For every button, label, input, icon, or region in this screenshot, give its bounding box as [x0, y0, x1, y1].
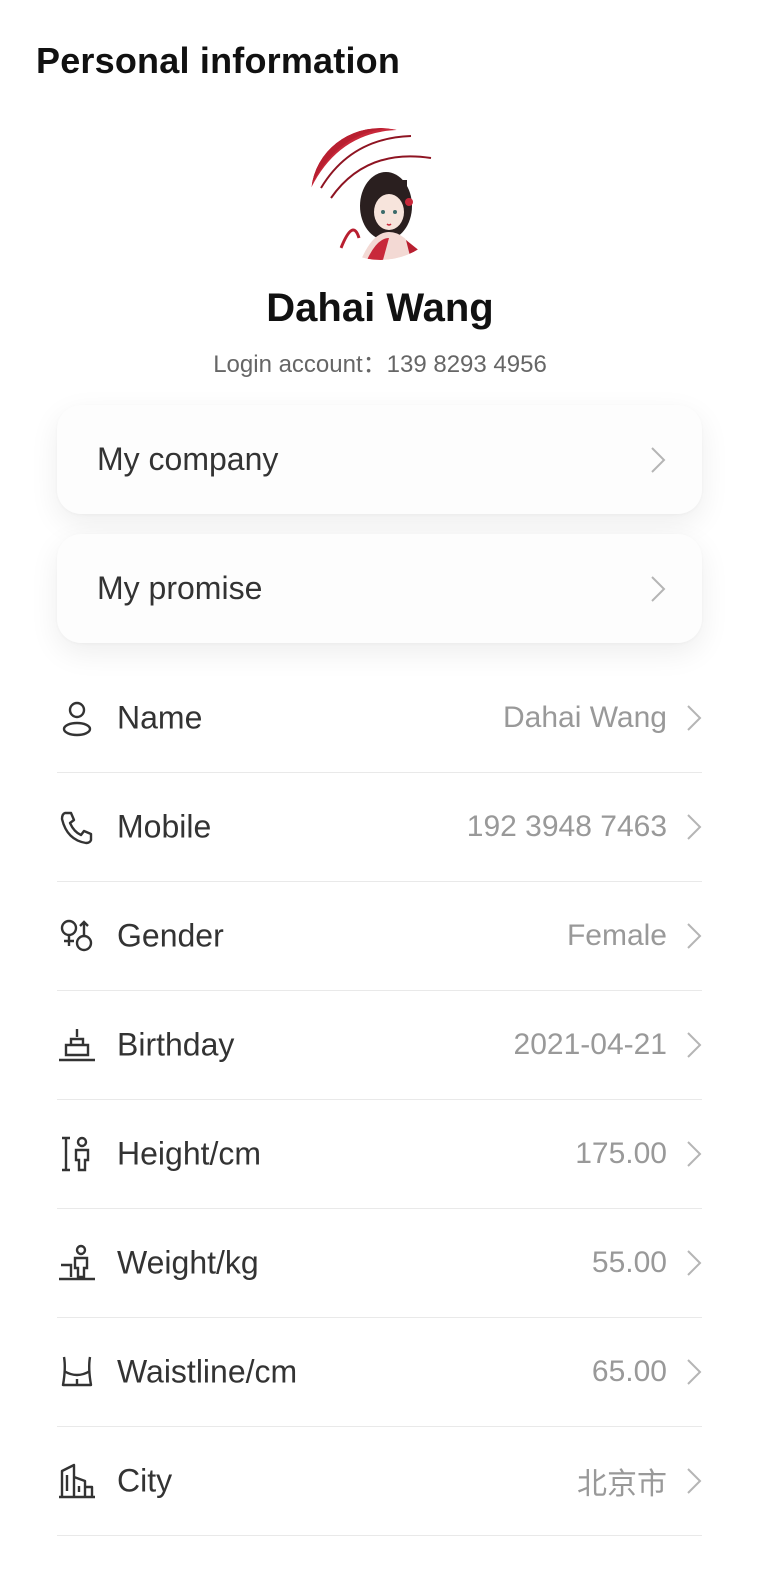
personal-info-list: Name Dahai Wang Mobile 192 3948 7463 Gen… [57, 664, 702, 1536]
field-row-height[interactable]: Height/cm 175.00 [57, 1100, 702, 1209]
field-value: 2021-04-21 [513, 1028, 667, 1061]
field-row-city[interactable]: City 北京市 [57, 1427, 702, 1536]
field-row-birthday[interactable]: Birthday 2021-04-21 [57, 991, 702, 1100]
field-row-waistline[interactable]: Waistline/cm 65.00 [57, 1318, 702, 1427]
field-row-name[interactable]: Name Dahai Wang [57, 664, 702, 773]
page-title: Personal information [36, 40, 401, 81]
chevron-right-icon [686, 813, 702, 841]
field-row-weight[interactable]: Weight/kg 55.00 [57, 1209, 702, 1318]
login-account: Login account：139 8293 4956 [213, 351, 547, 378]
height-icon [57, 1134, 97, 1174]
chevron-right-icon [686, 1140, 702, 1168]
my-promise-card[interactable]: My promise [57, 534, 702, 643]
chevron-right-icon [686, 1249, 702, 1277]
field-label: Mobile [117, 808, 212, 845]
avatar[interactable] [311, 128, 450, 260]
chevron-right-icon [686, 1358, 702, 1386]
waist-icon [57, 1352, 97, 1392]
field-value: 175.00 [575, 1137, 667, 1170]
field-label: Name [117, 699, 203, 736]
field-label: Gender [117, 917, 224, 954]
field-value: 192 3948 7463 [466, 810, 667, 843]
avatar-image [311, 128, 450, 260]
weight-icon [57, 1243, 97, 1283]
field-label: Birthday [117, 1026, 235, 1063]
field-value: 55.00 [591, 1246, 667, 1279]
phone-icon [57, 807, 97, 847]
field-value: Female [566, 919, 667, 952]
chevron-right-icon [686, 704, 702, 732]
field-value: 北京市 [577, 1468, 667, 1501]
cake-icon [57, 1025, 97, 1065]
field-label: Waistline/cm [117, 1353, 298, 1390]
field-row-gender[interactable]: Gender Female [57, 882, 702, 991]
profile-name: Dahai Wang [266, 286, 494, 330]
field-label: Weight/kg [117, 1244, 259, 1281]
chevron-right-icon [686, 1467, 702, 1495]
city-icon [57, 1461, 97, 1501]
my-company-label: My company [97, 441, 279, 477]
chevron-right-icon [650, 575, 666, 603]
field-value: Dahai Wang [503, 701, 667, 734]
field-label: Height/cm [117, 1135, 262, 1172]
gender-icon [57, 916, 97, 956]
chevron-right-icon [650, 446, 666, 474]
chevron-right-icon [686, 1031, 702, 1059]
field-label: City [117, 1462, 173, 1499]
field-value: 65.00 [591, 1355, 667, 1388]
person-icon [57, 698, 97, 738]
my-promise-label: My promise [97, 570, 263, 606]
field-row-mobile[interactable]: Mobile 192 3948 7463 [57, 773, 702, 882]
my-company-card[interactable]: My company [57, 405, 702, 514]
chevron-right-icon [686, 922, 702, 950]
